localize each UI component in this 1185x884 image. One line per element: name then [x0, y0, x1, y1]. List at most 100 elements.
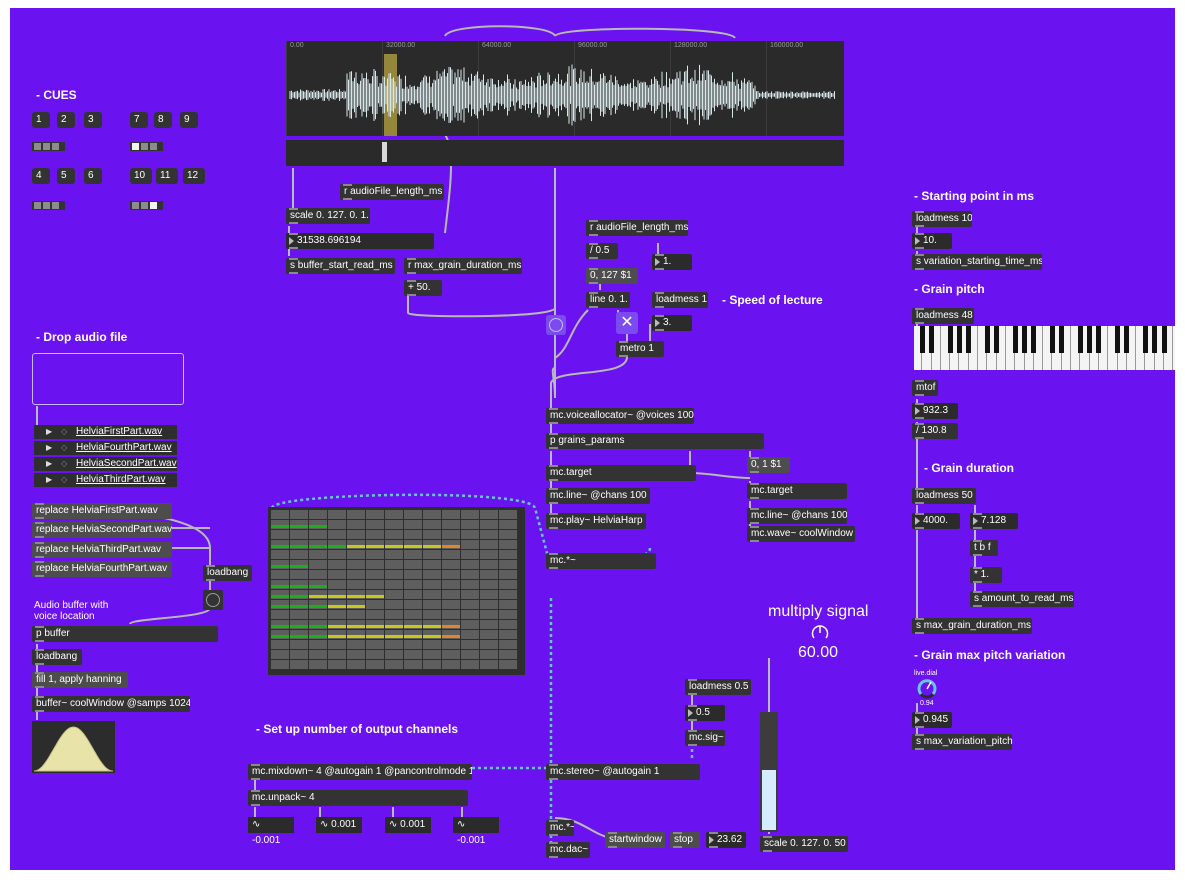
- startwindow-message[interactable]: startwindow: [605, 832, 665, 848]
- cue-button-3[interactable]: 3: [84, 112, 102, 128]
- piano-black-key[interactable]: [947, 326, 953, 353]
- toggle-button[interactable]: ✕: [616, 312, 638, 334]
- matrix-cell[interactable]: [499, 640, 517, 649]
- matrix-cell[interactable]: [290, 640, 308, 649]
- matrix-cell[interactable]: [328, 610, 346, 619]
- matrix-cell[interactable]: [499, 530, 517, 539]
- dac-object[interactable]: mc.dac~: [546, 842, 590, 858]
- cue-button-2[interactable]: 2: [57, 112, 75, 128]
- receive-length-object[interactable]: r audioFile_length_ms: [340, 184, 444, 200]
- cue-button-7[interactable]: 7: [130, 112, 148, 128]
- matrix-cell[interactable]: [328, 570, 346, 579]
- cue-button-4[interactable]: 4: [32, 168, 50, 184]
- matrix-cell[interactable]: [347, 510, 365, 519]
- number-box[interactable]: 23.62: [706, 832, 746, 848]
- matrix-cell[interactable]: [423, 560, 441, 569]
- matrix-cell[interactable]: [461, 630, 479, 639]
- file-drop-zone[interactable]: [32, 353, 184, 405]
- matrix-cell[interactable]: [309, 570, 327, 579]
- loadbang-object[interactable]: loadbang: [32, 649, 82, 665]
- signal-number-box[interactable]: ∿ 0.001: [385, 817, 431, 833]
- matrix-cell[interactable]: [499, 570, 517, 579]
- play-object[interactable]: mc.play~ HelviaHarp: [546, 513, 646, 529]
- matrix-cell[interactable]: [347, 610, 365, 619]
- play-icon[interactable]: ▶: [46, 473, 52, 487]
- cue-button-9[interactable]: 9: [180, 112, 198, 128]
- matrix-cell[interactable]: [385, 650, 403, 659]
- matrix-cell[interactable]: [347, 570, 365, 579]
- live-dial[interactable]: [916, 678, 938, 700]
- divide-object[interactable]: / 130.8: [912, 423, 958, 439]
- piano-black-key[interactable]: [919, 326, 925, 353]
- piano-keyboard[interactable]: [914, 326, 1175, 370]
- matrix-cell[interactable]: [499, 620, 517, 629]
- divide-object[interactable]: / 0.5: [586, 243, 618, 259]
- matrix-cell[interactable]: [404, 610, 422, 619]
- matrix-cell[interactable]: [309, 560, 327, 569]
- number-box[interactable]: 0.5: [685, 705, 725, 721]
- wave-object[interactable]: mc.wave~ coolWindow: [747, 526, 855, 542]
- plus-object[interactable]: + 50.: [404, 280, 442, 296]
- matrix-cell[interactable]: [271, 570, 289, 579]
- replace-message[interactable]: replace HelviaFirstPart.wav: [32, 503, 172, 519]
- matrix-cell[interactable]: [499, 540, 517, 549]
- matrix-cell[interactable]: [423, 570, 441, 579]
- bang-button[interactable]: [203, 590, 223, 610]
- matrix-cell[interactable]: [423, 530, 441, 539]
- send-variation-object[interactable]: s variation_starting_time_ms: [912, 254, 1042, 270]
- matrix-cell[interactable]: [385, 660, 403, 669]
- matrix-cell[interactable]: [347, 530, 365, 539]
- piano-black-key[interactable]: [1142, 326, 1148, 353]
- matrix-cell[interactable]: [328, 640, 346, 649]
- matrix-cell[interactable]: [480, 620, 498, 629]
- matrix-cell[interactable]: [461, 530, 479, 539]
- matrix-cell[interactable]: [404, 580, 422, 589]
- line-object[interactable]: line 0. 1.: [586, 292, 630, 308]
- target-object[interactable]: mc.target: [747, 483, 847, 499]
- matrix-cell[interactable]: [404, 660, 422, 669]
- matrix-cell[interactable]: [385, 600, 403, 609]
- matrix-cell[interactable]: [423, 610, 441, 619]
- loadmess-object[interactable]: loadmess 10: [912, 211, 972, 227]
- matrix-cell[interactable]: [461, 510, 479, 519]
- matrix-cell[interactable]: [385, 520, 403, 529]
- line-object[interactable]: mc.line~ @chans 100: [546, 488, 650, 504]
- matrix-cell[interactable]: [328, 660, 346, 669]
- matrix-cell[interactable]: [499, 650, 517, 659]
- matrix-cell[interactable]: [423, 650, 441, 659]
- play-position-marker[interactable]: [382, 142, 387, 162]
- matrix-cell[interactable]: [404, 520, 422, 529]
- file-list-item[interactable]: ▶ ◇ HelviaSecondPart.wav: [34, 457, 177, 471]
- matrix-cell[interactable]: [423, 600, 441, 609]
- cue-radio-1[interactable]: [32, 142, 65, 151]
- matrix-cell[interactable]: [461, 610, 479, 619]
- matrix-cell[interactable]: [480, 660, 498, 669]
- loadmess-object[interactable]: loadmess 1: [652, 292, 708, 308]
- scale-object[interactable]: scale 0. 127. 0. 50: [760, 836, 848, 852]
- matrix-cell[interactable]: [461, 650, 479, 659]
- matrix-cell[interactable]: [480, 560, 498, 569]
- matrix-cell[interactable]: [499, 660, 517, 669]
- matrix-cell[interactable]: [404, 600, 422, 609]
- matrix-cell[interactable]: [328, 550, 346, 559]
- piano-black-key[interactable]: [1049, 326, 1055, 353]
- matrix-cell[interactable]: [366, 580, 384, 589]
- play-icon[interactable]: ▶: [46, 441, 52, 455]
- matrix-cell[interactable]: [328, 580, 346, 589]
- matrix-cell[interactable]: [385, 510, 403, 519]
- matrix-cell[interactable]: [309, 510, 327, 519]
- matrix-cell[interactable]: [271, 550, 289, 559]
- matrix-cell[interactable]: [385, 640, 403, 649]
- matrix-cell[interactable]: [271, 530, 289, 539]
- matrix-cell[interactable]: [385, 570, 403, 579]
- matrix-cell[interactable]: [461, 550, 479, 559]
- matrix-cell[interactable]: [347, 560, 365, 569]
- matrix-cell[interactable]: [385, 590, 403, 599]
- file-list-item[interactable]: ▶ ◇ HelviaThirdPart.wav: [34, 473, 177, 487]
- matrix-cell[interactable]: [442, 580, 460, 589]
- number-box[interactable]: 932.3: [912, 403, 958, 419]
- piano-black-key[interactable]: [956, 326, 962, 353]
- matrix-cell[interactable]: [404, 570, 422, 579]
- cue-radio-4[interactable]: [130, 201, 163, 210]
- cue-button-8[interactable]: 8: [154, 112, 172, 128]
